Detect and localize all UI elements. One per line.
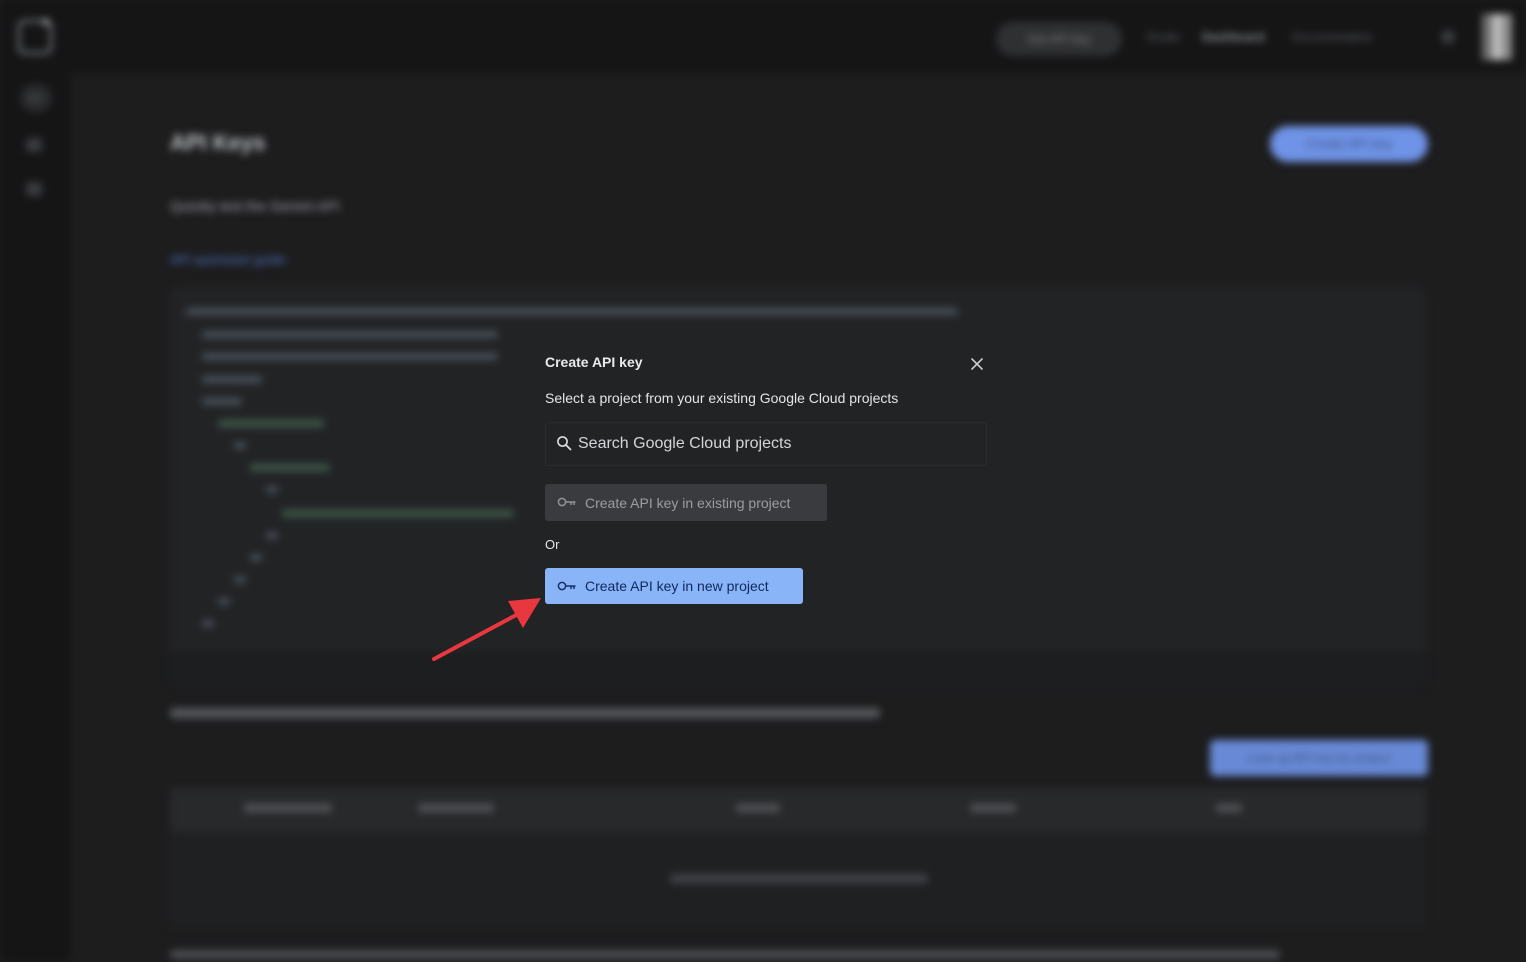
or-separator: Or	[545, 537, 560, 552]
settings-icon[interactable]	[1441, 30, 1455, 44]
rail-library-icon[interactable]	[26, 182, 42, 196]
dialog-title: Create API key	[545, 354, 643, 370]
side-rail: ✦ G+	[0, 0, 70, 962]
footer-note	[170, 950, 1280, 959]
create-in-new-project-button[interactable]: Create API key in new project	[545, 568, 803, 604]
dialog-description: Select a project from your existing Goog…	[545, 390, 899, 406]
page-subtitle: Quickly test the Gemini API	[170, 198, 340, 214]
close-button[interactable]	[966, 353, 988, 375]
create-api-key-dialog: Create API key Select a project from you…	[525, 340, 1005, 628]
studio-link[interactable]: Studio	[1146, 30, 1180, 44]
dashboard-link[interactable]: Dashboard	[1202, 30, 1265, 44]
page-title: API Keys	[170, 130, 266, 155]
avatar[interactable]	[1482, 14, 1512, 60]
top-bar: Get API key Studio Dashboard Documentati…	[0, 0, 1526, 72]
spark-icon: ✦	[40, 14, 52, 30]
create-in-existing-project-button[interactable]: Create API key in existing project	[545, 484, 827, 521]
new-project-button-label: Create API key in new project	[585, 578, 769, 594]
get-api-key-button[interactable]: Get API key	[996, 22, 1122, 56]
existing-project-button-label: Create API key in existing project	[585, 494, 791, 511]
keys-table-header	[170, 788, 1426, 832]
rail-key-icon[interactable]	[26, 138, 42, 152]
close-icon	[971, 358, 983, 370]
rail-badge[interactable]: G+	[20, 84, 52, 112]
search-icon	[557, 436, 572, 451]
key-icon	[557, 497, 576, 507]
quickstart-link[interactable]: API quickstart guide	[170, 252, 286, 267]
documentation-link[interactable]: Documentation	[1292, 30, 1373, 44]
empty-state	[670, 874, 928, 883]
search-input[interactable]	[578, 423, 978, 465]
project-search-box	[545, 422, 987, 466]
lookup-key-button[interactable]: Look up API key for project	[1210, 740, 1428, 776]
keys-table-body	[170, 832, 1426, 928]
key-icon	[557, 581, 576, 591]
create-api-key-button[interactable]: Create API key	[1270, 126, 1428, 162]
code-footer	[170, 652, 1426, 688]
app-window: Get API key Studio Dashboard Documentati…	[0, 0, 1526, 962]
keys-description	[170, 708, 880, 718]
